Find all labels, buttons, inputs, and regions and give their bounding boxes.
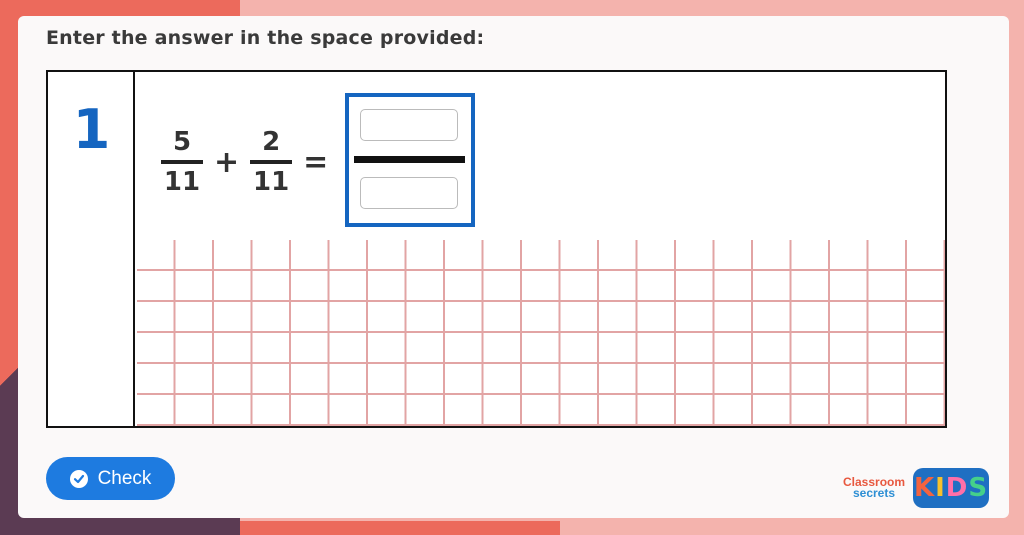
question-number-column: 1 (48, 72, 135, 426)
kids-letter: D (945, 473, 969, 503)
kids-letter: K (913, 473, 936, 503)
check-button[interactable]: Check (46, 457, 175, 500)
logo-line-2: secrets (852, 486, 896, 500)
fraction-equation: 5 11 + 2 11 = (160, 112, 338, 212)
question-box: 1 5 11 + 2 11 = (46, 70, 947, 428)
check-circle-icon (69, 469, 88, 488)
classroom-secrets-kids-logo: Classroom secrets K I D S (843, 468, 990, 508)
fraction-1-bar (161, 160, 203, 164)
fraction-2-bar (250, 160, 293, 164)
fraction-2-denominator: 11 (253, 167, 290, 197)
plus-operator: + (214, 144, 240, 180)
answer-denominator-input[interactable] (360, 177, 458, 209)
answer-fraction-bar (354, 156, 465, 163)
question-number: 1 (72, 98, 111, 161)
fraction-1-denominator: 11 (163, 167, 201, 197)
kids-letter: I (935, 473, 946, 503)
fraction-1-numerator: 5 (172, 127, 192, 157)
background-bottom-stripe (0, 521, 560, 535)
fraction-2-numerator: 2 (262, 127, 281, 157)
equals-sign: = (303, 144, 329, 180)
classroom-secrets-wordmark: Classroom secrets (843, 476, 905, 500)
instruction-text: Enter the answer in the space provided: (46, 27, 485, 49)
activity-card: Enter the answer in the space provided: … (18, 16, 1009, 518)
fraction-2: 2 11 (249, 127, 293, 197)
answer-numerator-input[interactable] (360, 109, 458, 141)
kids-letter: S (968, 473, 989, 503)
kids-badge: K I D S (913, 468, 990, 508)
answer-fraction-box (345, 93, 475, 227)
working-grid[interactable] (137, 240, 945, 426)
check-button-label: Check (97, 467, 152, 489)
fraction-1: 5 11 (160, 127, 204, 197)
